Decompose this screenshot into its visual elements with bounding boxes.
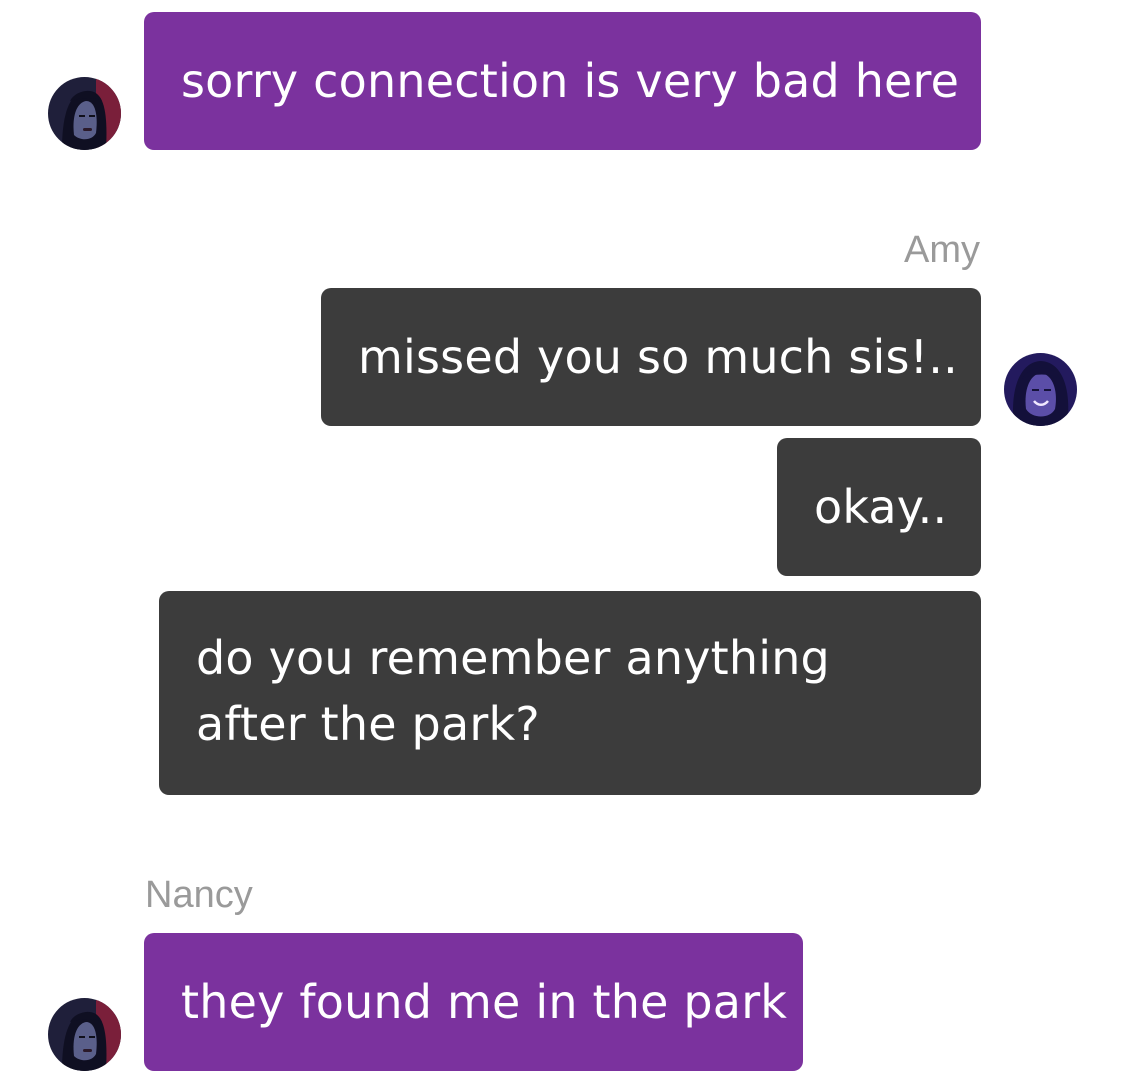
message-text: okay..: [814, 480, 948, 534]
message-bubble[interactable]: do you remember anything after the park?: [159, 591, 981, 795]
message-text: missed you so much sis!..: [358, 330, 958, 384]
nancy-avatar[interactable]: [48, 998, 121, 1071]
nancy-avatar-icon: [48, 998, 121, 1071]
message-text: they found me in the park: [181, 975, 788, 1029]
amy-avatar-icon: [1004, 353, 1077, 426]
amy-avatar[interactable]: [1004, 353, 1077, 426]
message-bubble[interactable]: sorry connection is very bad here: [144, 12, 981, 150]
nancy-avatar[interactable]: [48, 77, 121, 150]
message-text: do you remember anything after the park?: [196, 631, 830, 751]
message-bubble[interactable]: missed you so much sis!..: [321, 288, 981, 426]
nancy-avatar-icon: [48, 77, 121, 150]
sender-name-amy: Amy: [904, 229, 980, 271]
message-bubble[interactable]: they found me in the park: [144, 933, 803, 1071]
message-bubble[interactable]: okay..: [777, 438, 981, 576]
message-text: sorry connection is very bad here: [181, 54, 960, 108]
sender-name-nancy: Nancy: [145, 874, 253, 916]
